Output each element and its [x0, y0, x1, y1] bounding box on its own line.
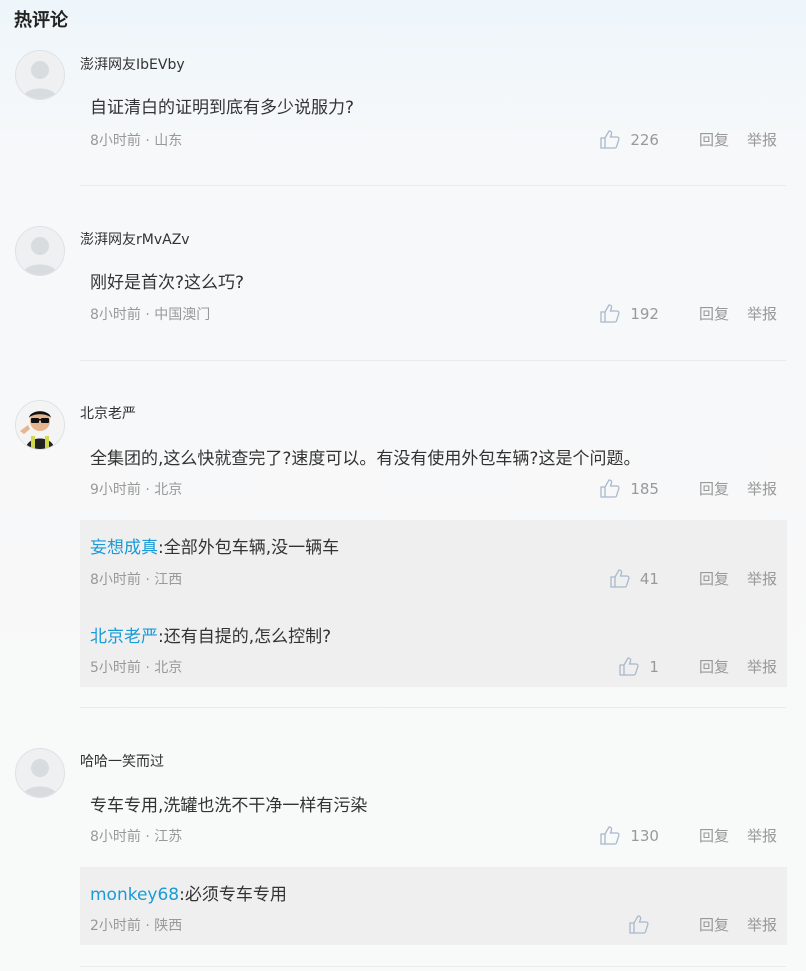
reply-button[interactable]: 回复 [699, 825, 729, 846]
default-avatar-icon [16, 51, 64, 99]
like-button[interactable]: 185 [600, 479, 659, 498]
reply-button[interactable]: 回复 [699, 303, 729, 324]
reply-username[interactable]: monkey68 [90, 885, 179, 905]
like-button[interactable] [629, 915, 659, 934]
comment-text: 刚好是首次?这么巧? [90, 273, 245, 293]
comment-text: 自证清白的证明到底有多少说服力? [90, 98, 355, 118]
reply-actions: 41 回复 举报 [610, 568, 777, 589]
like-button[interactable]: 41 [610, 569, 659, 588]
reply-item: 北京老严:还有自提的,怎么控制? 5小时前 · 北京 1 回复 举报 [80, 609, 787, 693]
report-button[interactable]: 举报 [747, 825, 777, 846]
reply-button[interactable]: 回复 [699, 478, 729, 499]
reply-button[interactable]: 回复 [699, 656, 729, 677]
thumbs-up-icon [600, 304, 620, 323]
thumbs-up-icon [619, 657, 640, 676]
comment-actions: 226 回复 举报 [600, 129, 777, 150]
reply-text: 还有自提的,怎么控制? [163, 627, 332, 647]
thumbs-up-icon [600, 130, 620, 149]
custom-avatar-icon [16, 401, 64, 449]
like-count: 1 [649, 657, 659, 676]
username[interactable]: 北京老严 [80, 403, 136, 423]
like-count: 226 [630, 130, 659, 149]
username[interactable]: 澎湃网友rMvAZv [80, 229, 190, 249]
comment-text: 专车专用,洗罐也洗不干净一样有污染 [90, 796, 368, 816]
divider [80, 360, 786, 361]
default-avatar-icon [16, 227, 64, 275]
reply-box: 妄想成真:全部外包车辆,没一辆车 8小时前 · 江西 41 回复 举报 北京老严… [80, 520, 787, 687]
like-button[interactable]: 1 [619, 657, 659, 676]
reply-button[interactable]: 回复 [699, 914, 729, 935]
like-count: 130 [630, 826, 659, 845]
thumbs-up-icon [600, 479, 620, 498]
divider [80, 966, 786, 967]
report-button[interactable]: 举报 [747, 129, 777, 150]
comment-meta: 8小时前 · 中国澳门 [90, 307, 211, 323]
username[interactable]: 澎湃网友IbEVby [80, 54, 185, 74]
report-button[interactable]: 举报 [747, 656, 777, 677]
section-title: 热评论 [14, 10, 68, 31]
like-count: 41 [639, 569, 659, 588]
reply-item: 妄想成真:全部外包车辆,没一辆车 8小时前 · 江西 41 回复 举报 [80, 520, 787, 604]
reply-box: monkey68:必须专车专用 2小时前 · 陕西 回复 举报 [80, 867, 787, 945]
comment-meta: 9小时前 · 北京 [90, 482, 183, 498]
reply-text: 必须专车专用 [184, 885, 287, 905]
comment-actions: 192 回复 举报 [600, 303, 777, 324]
reply-button[interactable]: 回复 [699, 129, 729, 150]
reply-meta: 2小时前 · 陕西 [90, 918, 183, 934]
reply-text: 全部外包车辆,没一辆车 [163, 538, 340, 558]
avatar[interactable] [15, 748, 65, 798]
like-count: 185 [630, 479, 659, 498]
avatar[interactable] [15, 50, 65, 100]
like-button[interactable]: 192 [600, 304, 659, 323]
report-button[interactable]: 举报 [747, 568, 777, 589]
like-button[interactable]: 130 [600, 826, 659, 845]
comment-actions: 130 回复 举报 [600, 825, 777, 846]
reply-meta: 8小时前 · 江西 [90, 572, 183, 588]
report-button[interactable]: 举报 [747, 914, 777, 935]
reply-meta: 5小时前 · 北京 [90, 660, 183, 676]
like-count: 192 [630, 304, 659, 323]
report-button[interactable]: 举报 [747, 478, 777, 499]
comment-meta: 8小时前 · 山东 [90, 133, 183, 149]
like-button[interactable]: 226 [600, 130, 659, 149]
comment-text: 全集团的,这么快就查完了?速度可以。有没有使用外包车辆?这是个问题。 [90, 449, 641, 469]
avatar[interactable] [15, 226, 65, 276]
comment-meta: 8小时前 · 江苏 [90, 829, 183, 845]
reply-username[interactable]: 妄想成真 [90, 538, 158, 558]
thumbs-up-icon [600, 826, 620, 845]
default-avatar-icon [16, 749, 64, 797]
report-button[interactable]: 举报 [747, 303, 777, 324]
divider [80, 185, 786, 186]
reply-actions: 回复 举报 [629, 914, 777, 935]
username[interactable]: 哈哈一笑而过 [80, 751, 164, 771]
comment-actions: 185 回复 举报 [600, 478, 777, 499]
reply-actions: 1 回复 举报 [619, 656, 777, 677]
reply-item: monkey68:必须专车专用 2小时前 · 陕西 回复 举报 [80, 867, 787, 951]
reply-username[interactable]: 北京老严 [90, 627, 158, 647]
thumbs-up-icon [629, 915, 649, 934]
thumbs-up-icon [610, 569, 630, 588]
divider [80, 707, 786, 708]
reply-button[interactable]: 回复 [699, 568, 729, 589]
avatar[interactable] [15, 400, 65, 450]
